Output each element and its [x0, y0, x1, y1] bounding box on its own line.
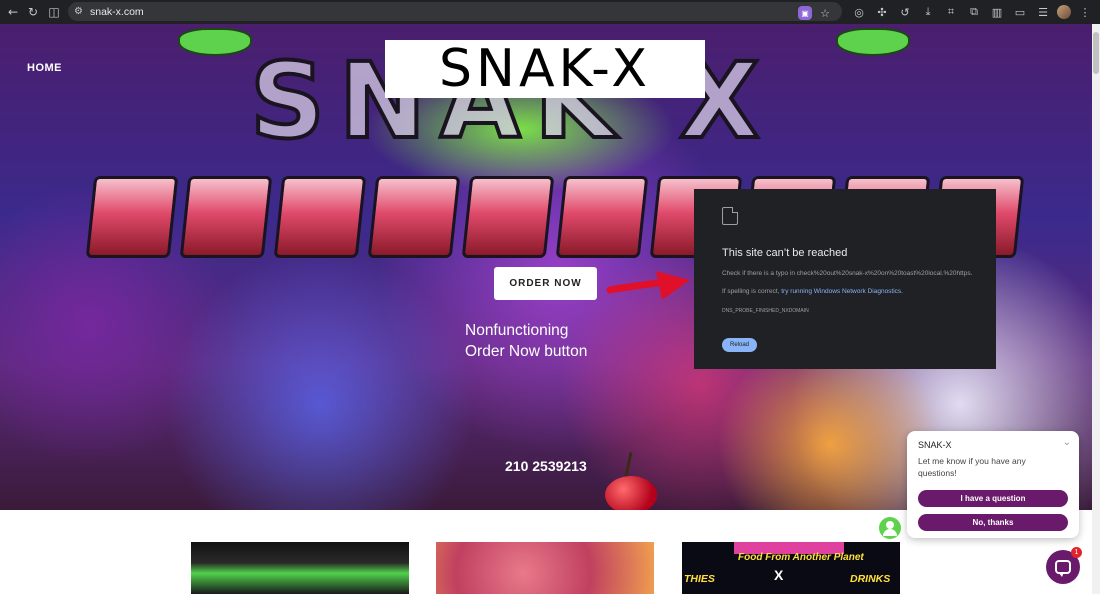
profile-icon[interactable] [1057, 5, 1071, 19]
annotation-text: Nonfunctioning Order Now button [465, 320, 587, 362]
error-title: This site can’t be reached [722, 247, 848, 259]
history-icon[interactable]: ↺ [896, 3, 914, 21]
menu-card-3[interactable]: Food From Another Planet THIES X DRINKS [682, 542, 900, 594]
annotation-line2: Order Now button [465, 343, 588, 360]
card3-left-text: THIES [684, 573, 715, 585]
address-bar[interactable]: ⚙ snak-x.com ▣ ☆ [68, 2, 842, 21]
menu-card-2[interactable] [436, 542, 654, 594]
alien-hand-right [836, 28, 910, 56]
card3-center-text: X [774, 567, 784, 583]
scroll-thumb[interactable] [1093, 32, 1099, 74]
split-icon[interactable]: ▥ [988, 3, 1006, 21]
have-question-button[interactable]: I have a question [918, 490, 1068, 507]
reload-button[interactable]: Reload [722, 338, 757, 352]
url-text[interactable]: snak-x.com [90, 6, 144, 18]
browser-toolbar: ← ↻ ◫ ⚙ snak-x.com ▣ ☆ ◎ ✣ ↺ ⤓ ⌗ ⧉ ▥ ▭ ☰… [0, 0, 1100, 24]
site-logo[interactable]: SNAK-X [385, 39, 705, 99]
red-arrow-annotation [606, 271, 690, 300]
card3-right-text: DRINKS [850, 573, 891, 585]
cherry [605, 476, 657, 510]
phone-number[interactable]: 210 2539213 [505, 458, 587, 474]
chat-popup: SNAK-X ⌄ Let me know if you have any que… [907, 431, 1079, 538]
chat-notification-badge: 1 [1071, 547, 1082, 558]
chat-message: Let me know if you have any questions! [918, 456, 1026, 478]
sad-page-icon [722, 207, 738, 225]
diagnostics-link[interactable]: try running Windows Network Diagnostics. [781, 288, 903, 295]
error-message: Check if there is a typo in check%20out%… [722, 270, 973, 277]
chat-business-name: SNAK-X [918, 440, 952, 450]
chat-bubble-icon [1055, 560, 1071, 577]
back-icon[interactable]: ← [3, 2, 23, 22]
menu-card-1[interactable] [191, 542, 409, 594]
star-icon[interactable]: ☆ [816, 4, 834, 22]
annotation-line1: Nonfunctioning [465, 322, 569, 339]
extension-icon[interactable]: ▣ [798, 6, 812, 20]
download-icon[interactable]: ⤓ [919, 3, 937, 21]
page-scrollbar[interactable] [1092, 24, 1100, 594]
ext-icon[interactable]: ◎ [850, 3, 868, 21]
logo-text: SNAK-X [439, 39, 651, 99]
puzzle-icon[interactable]: ✣ [873, 3, 891, 21]
chat-avatar [879, 517, 901, 539]
error-suggestion: If spelling is correct, try running Wind… [722, 288, 903, 295]
error-suggestion-prefix: If spelling is correct, [722, 288, 780, 295]
chevron-down-icon[interactable]: ⌄ [1063, 437, 1071, 448]
order-now-button[interactable]: ORDER NOW [494, 267, 597, 300]
reload-icon[interactable]: ↻ [23, 2, 43, 22]
tune-icon[interactable]: ⚙ [74, 6, 90, 17]
translate-icon[interactable]: ⌗ [942, 3, 960, 21]
card3-tagline: Food From Another Planet [738, 552, 864, 563]
alien-hand-left [178, 28, 252, 56]
kebab-icon[interactable]: ⋮ [1076, 3, 1094, 21]
no-thanks-button[interactable]: No, thanks [918, 514, 1068, 531]
nav-home-link[interactable]: HOME [27, 62, 62, 74]
tab-icon[interactable]: ⧉ [965, 3, 983, 21]
error-page-overlay: This site can’t be reached Check if ther… [694, 189, 996, 369]
error-code: DNS_PROBE_FINISHED_NXDOMAIN [722, 308, 809, 314]
menu-list-icon[interactable]: ☰ [1034, 3, 1052, 21]
cast-icon[interactable]: ▭ [1011, 3, 1029, 21]
sidepanel-icon[interactable]: ◫ [44, 2, 64, 22]
